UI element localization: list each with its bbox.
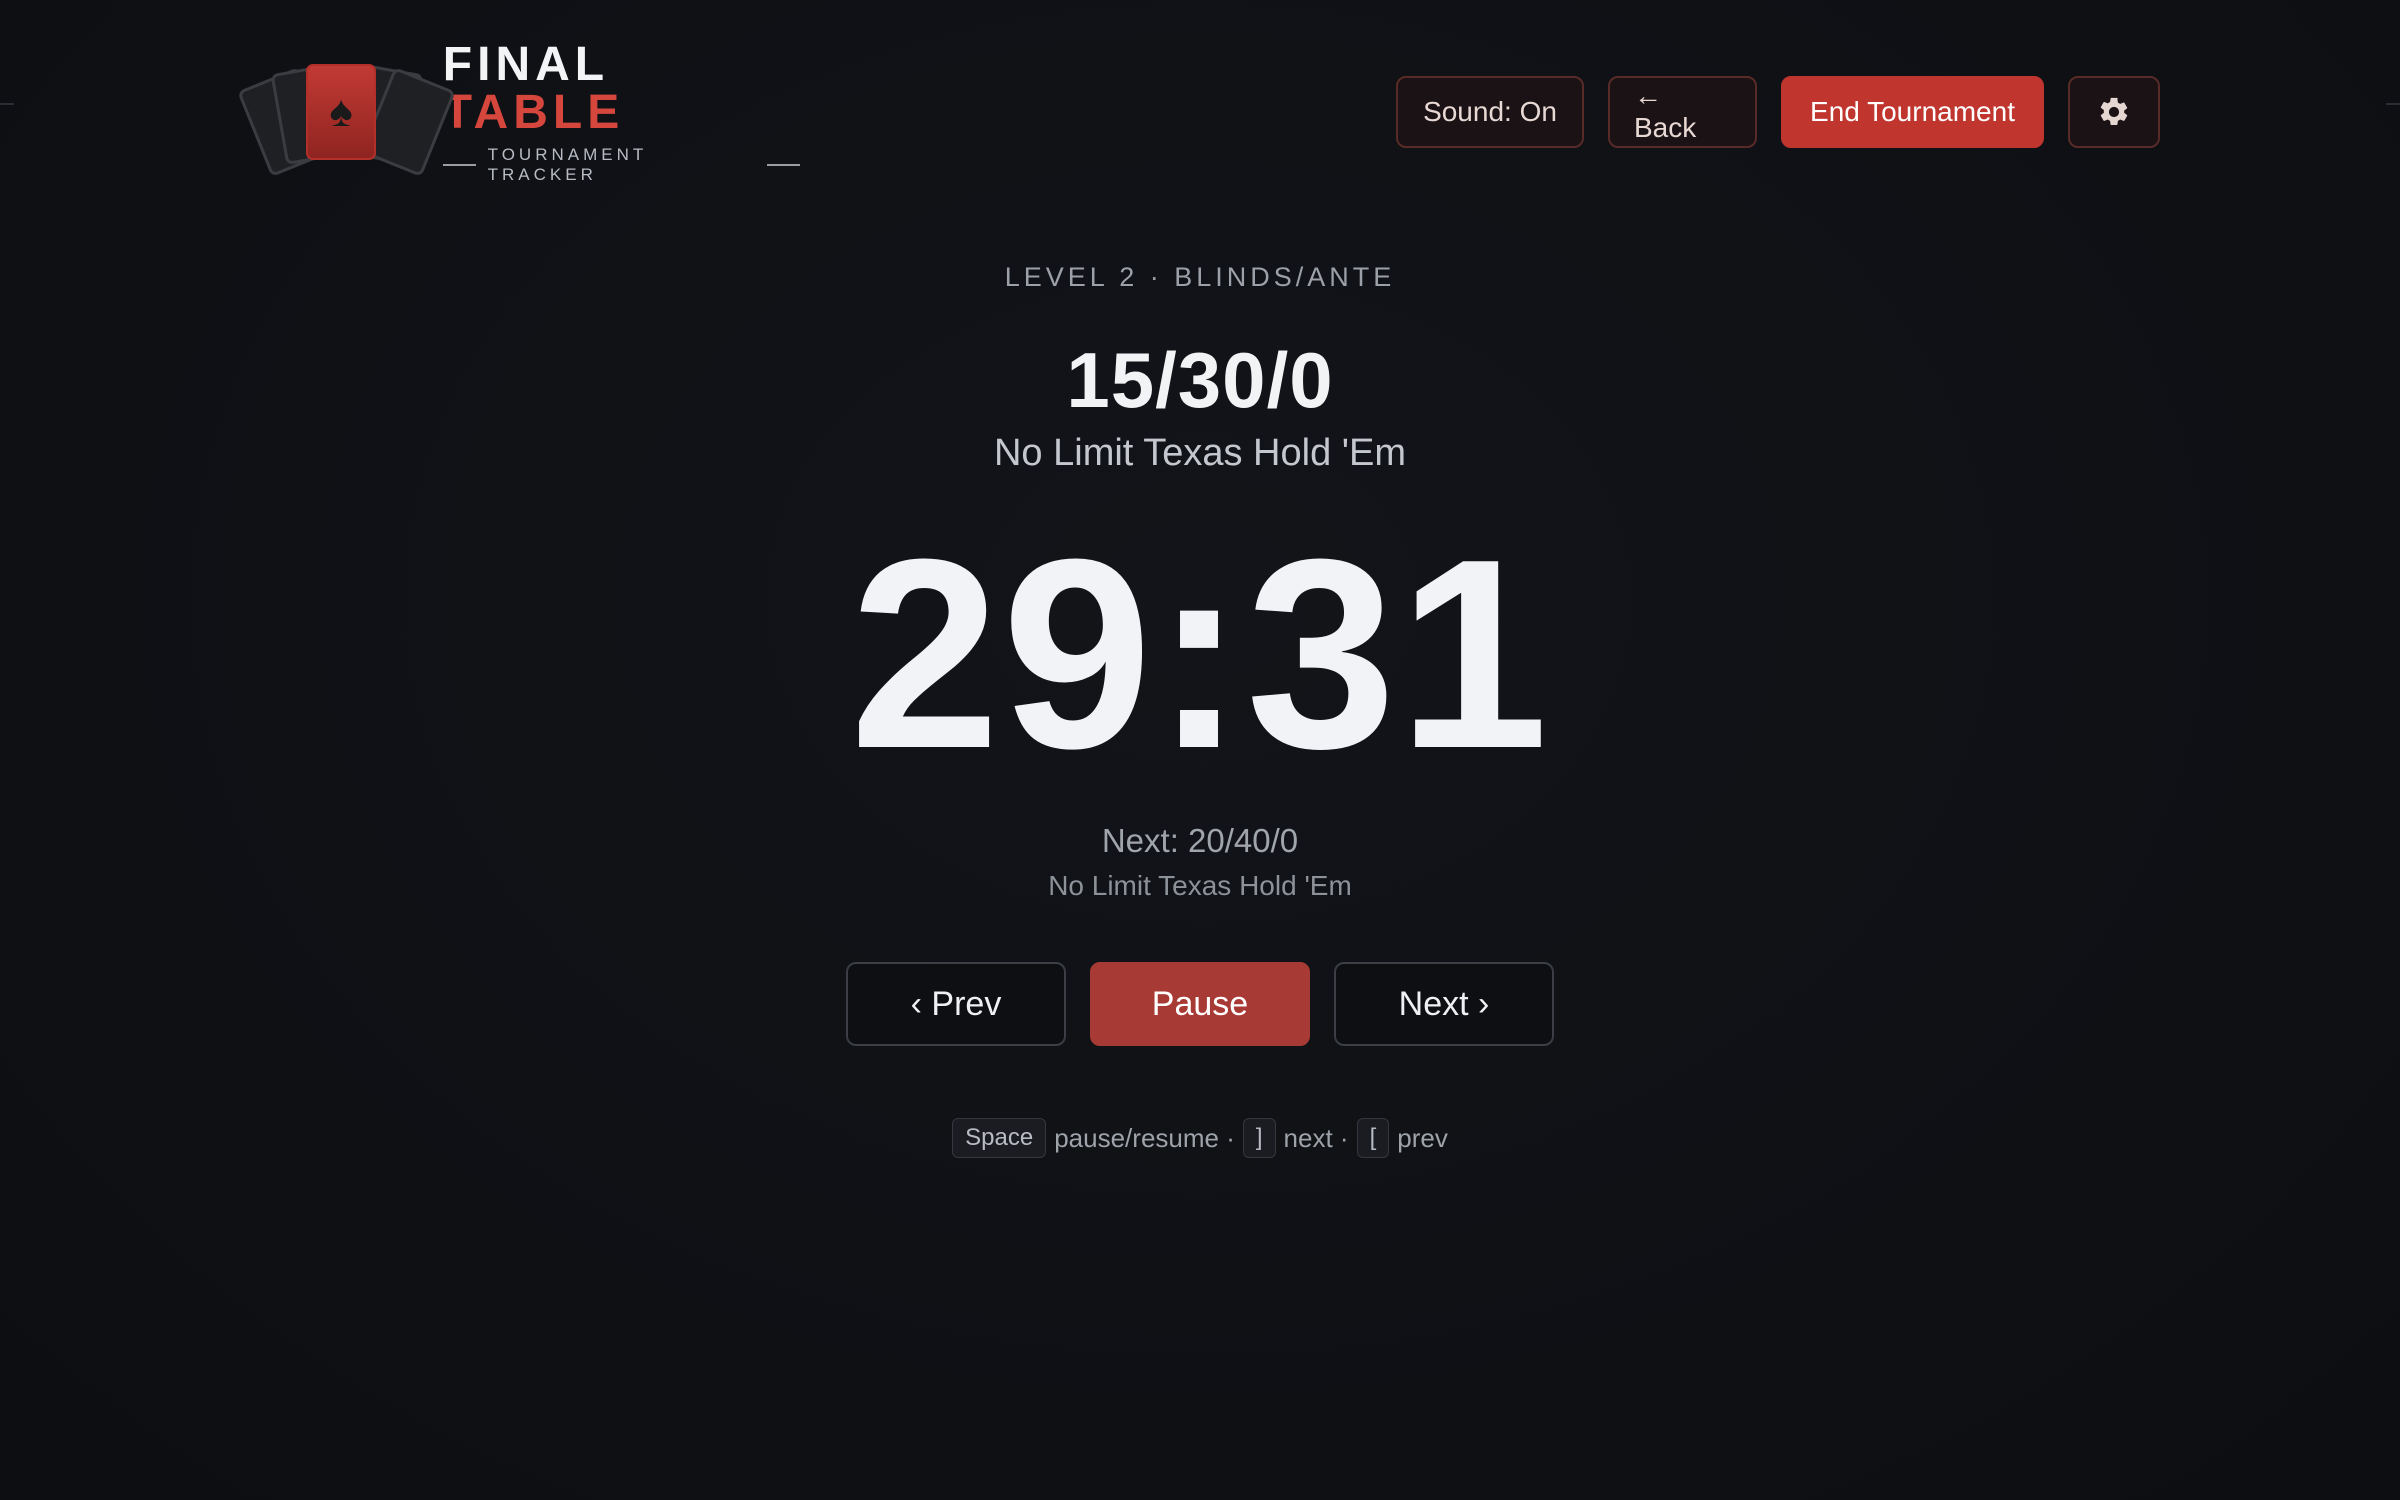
keyboard-shortcuts: Space pause/resume · ] next · [ prev xyxy=(0,1118,2400,1158)
header-actions: Sound: On ← Back End Tournament xyxy=(1396,76,2160,148)
logo-subtitle-text: TOURNAMENT TRACKER xyxy=(487,145,647,184)
timer-controls: ‹ Prev Pause Next › xyxy=(846,962,1554,1046)
logo-text: FINAL TABLE TOURNAMENT TRACKER xyxy=(442,41,800,185)
current-blinds: 15/30/0 xyxy=(1066,336,1334,424)
prev-level-button[interactable]: ‹ Prev xyxy=(846,962,1066,1046)
back-button[interactable]: ← Back xyxy=(1608,76,1757,148)
header: ♠ FINAL TABLE TOURNAMENT TRACKER Sound: … xyxy=(237,41,2160,184)
app-page: ♠ FINAL TABLE TOURNAMENT TRACKER Sound: … xyxy=(0,0,2400,1500)
next-key-description: next · xyxy=(1283,1122,1349,1153)
space-key: Space xyxy=(952,1118,1047,1158)
settings-button[interactable] xyxy=(2068,76,2160,148)
sound-toggle-button[interactable]: Sound: On xyxy=(1396,76,1584,148)
divider xyxy=(2386,103,2400,105)
next-level-game: No Limit Texas Hold 'Em xyxy=(1048,870,1352,901)
prev-key: [ xyxy=(1356,1118,1390,1158)
logo: ♠ FINAL TABLE TOURNAMENT TRACKER xyxy=(237,41,800,184)
logo-title-red: TABLE xyxy=(442,86,625,139)
divider xyxy=(767,164,800,166)
current-game: No Limit Texas Hold 'Em xyxy=(993,432,1407,474)
gear-icon xyxy=(2100,97,2128,126)
end-tournament-button[interactable]: End Tournament xyxy=(1781,76,2044,148)
playing-cards-icon: ♠ xyxy=(237,58,456,178)
next-level-blinds: Next: 20/40/0 xyxy=(1101,822,1299,859)
countdown-timer: 29:31 xyxy=(849,504,1551,805)
next-key: ] xyxy=(1242,1118,1276,1158)
logo-subtitle: TOURNAMENT TRACKER xyxy=(442,145,800,185)
next-level-button[interactable]: Next › xyxy=(1334,962,1554,1046)
prev-key-description: prev xyxy=(1397,1122,1448,1153)
divider xyxy=(0,103,14,105)
pause-button[interactable]: Pause xyxy=(1090,962,1310,1046)
spade-icon: ♠ xyxy=(329,87,353,136)
spade-card-icon: ♠ xyxy=(306,64,376,160)
divider xyxy=(442,164,476,166)
space-key-description: pause/resume · xyxy=(1054,1122,1235,1153)
level-label: LEVEL 2 · BLINDS/ANTE xyxy=(1004,262,1396,292)
logo-title: FINAL TABLE xyxy=(443,41,800,137)
logo-title-white: FINAL xyxy=(442,38,609,91)
